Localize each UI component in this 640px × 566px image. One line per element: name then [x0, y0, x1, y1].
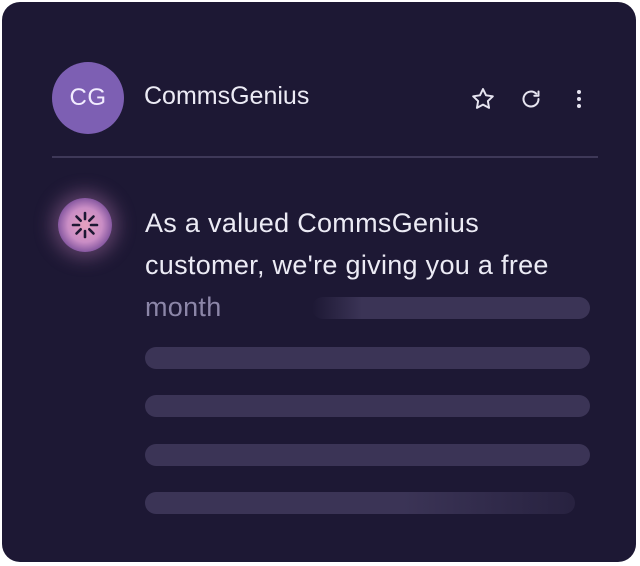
header-divider [52, 156, 598, 158]
loading-placeholder-line [145, 444, 590, 466]
refresh-button[interactable] [516, 84, 546, 114]
loading-placeholder-line [145, 347, 590, 369]
star-button[interactable] [468, 84, 498, 114]
more-vertical-icon [577, 90, 581, 108]
message-fading-text: month [145, 292, 222, 322]
loading-placeholder-line [312, 297, 590, 319]
avatar: CG [52, 62, 124, 134]
ai-indicator [58, 198, 112, 252]
more-options-button[interactable] [564, 84, 594, 114]
message-text: As a valued CommsGenius customer, we're … [145, 208, 549, 280]
refresh-icon [522, 90, 540, 108]
loading-spinner-icon [71, 211, 99, 239]
star-icon [472, 88, 494, 109]
action-bar [468, 84, 594, 114]
loading-placeholder-line [145, 395, 590, 417]
sender-name: CommsGenius [144, 82, 310, 110]
email-card: CG CommsGenius As a valued CommsGenius c… [2, 2, 636, 562]
avatar-initials: CG [69, 84, 107, 111]
loading-placeholder-line [145, 492, 575, 514]
